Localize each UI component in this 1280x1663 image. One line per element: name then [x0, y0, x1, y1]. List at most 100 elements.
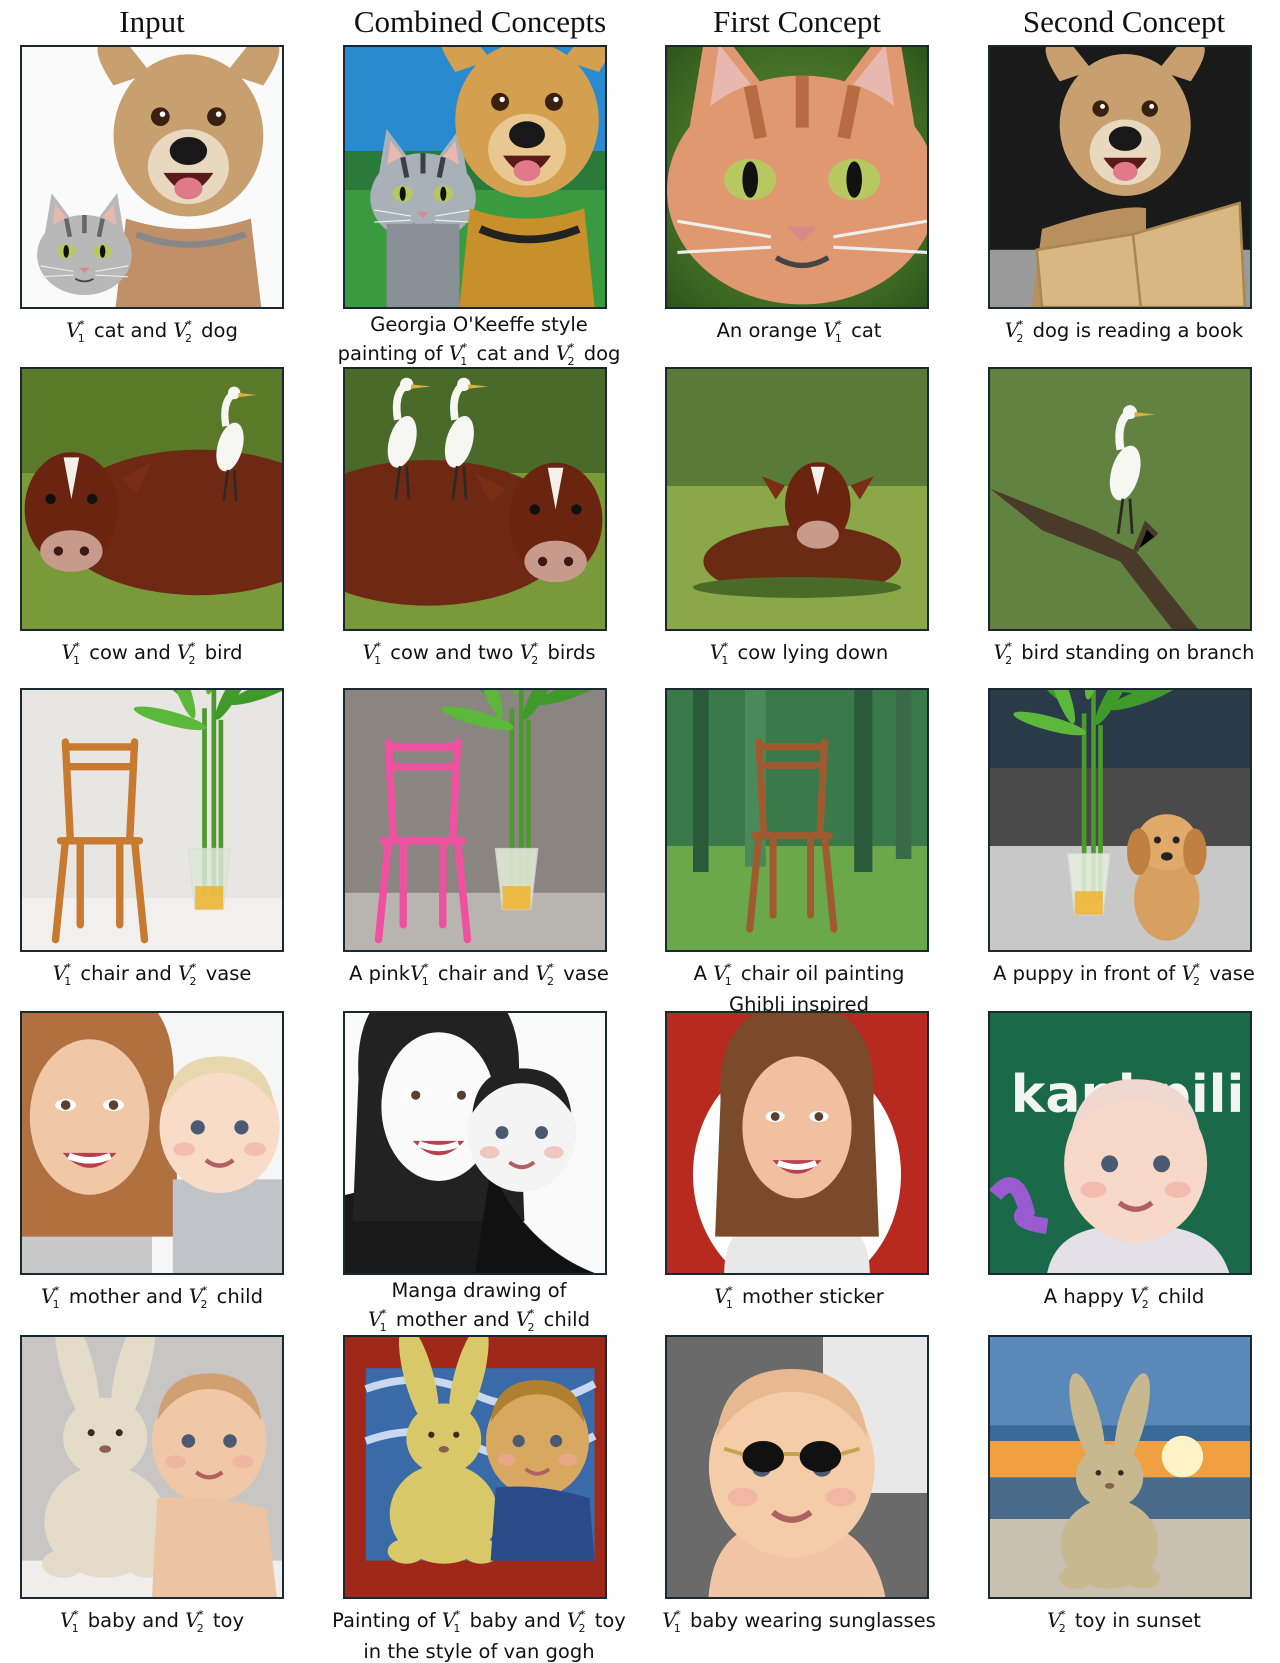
caption-text: chair and — [431, 962, 536, 985]
image-caption: V*1 mother sticker — [639, 1279, 959, 1316]
image-illustration: kapi pili — [990, 1013, 1250, 1273]
column-header: Second Concept — [1022, 4, 1226, 39]
concept-token-v1: V*1 — [714, 1284, 733, 1311]
concept-token-v2: V*2 — [188, 1284, 208, 1311]
concept-token-v1: V*1 — [448, 341, 468, 368]
caption-text: cat and — [87, 319, 174, 342]
caption-text: An orange — [716, 319, 824, 342]
caption-line: V*1 baby wearing sunglasses — [639, 1603, 959, 1640]
caption-line: V*1 cow and two V*2 birds — [319, 635, 639, 672]
concept-token-v1: V*1 — [823, 318, 842, 345]
caption-text: toy in sunset — [1068, 1609, 1201, 1632]
caption-text: chair and — [74, 962, 178, 985]
image-caption: V*1 mother and V*2 child — [0, 1279, 312, 1316]
image-caption: A puppy in front of V*2 vase — [964, 956, 1280, 993]
image-caption: V*1 baby wearing sunglasses — [639, 1603, 959, 1640]
image-illustration — [345, 369, 605, 629]
concept-token-v2: V*2 — [1181, 961, 1201, 988]
caption-line: Manga drawing of — [319, 1279, 639, 1302]
concept-token-v1: V*1 — [52, 961, 72, 988]
caption-line: V*1 mother and V*2 child — [319, 1302, 639, 1339]
figure-image — [665, 45, 929, 309]
image-illustration — [22, 690, 282, 950]
image-caption: V*2 dog is reading a book — [964, 313, 1280, 350]
column-header: First Concept — [713, 4, 881, 39]
figure-image — [343, 1335, 607, 1599]
figure-image — [20, 688, 284, 952]
concept-token-v1: V*1 — [41, 1284, 60, 1311]
concept-token-v1: V*1 — [410, 961, 429, 988]
concept-token-v1: V*1 — [368, 1307, 387, 1334]
concept-token-v2: V*2 — [1047, 1608, 1066, 1635]
concept-token-v2: V*2 — [555, 341, 575, 368]
figure-image — [20, 1011, 284, 1275]
figure-image — [20, 1335, 284, 1599]
caption-line: V*1 cow lying down — [639, 635, 959, 672]
concept-token-v1: V*1 — [362, 640, 382, 667]
column-header: Input — [119, 4, 185, 39]
image-caption: A pinkV*1 chair and V*2 vase — [319, 956, 639, 993]
concept-token-v1: V*1 — [709, 640, 729, 667]
image-caption: An orange V*1 cat — [639, 313, 959, 350]
caption-text: baby and — [463, 1609, 567, 1632]
caption-text: Painting of — [332, 1609, 442, 1632]
image-caption: A happy V*2 child — [964, 1279, 1280, 1316]
concept-token-v1: V*1 — [59, 1608, 79, 1635]
image-caption: A V*1 chair oil painting Ghibli inspired — [639, 956, 959, 1016]
image-caption: V*1 cow lying down — [639, 635, 959, 672]
concept-token-v1: V*1 — [66, 318, 85, 345]
caption-text: birds — [541, 641, 596, 664]
image-illustration — [990, 47, 1250, 307]
concept-token-v1: V*1 — [61, 640, 81, 667]
caption-text: baby wearing sunglasses — [683, 1609, 936, 1632]
caption-text: toy — [206, 1609, 245, 1632]
caption-text: bird standing on branch — [1015, 641, 1255, 664]
caption-line: V*1 baby and V*2 toy — [0, 1603, 312, 1640]
caption-line: in the style of van gogh — [319, 1640, 639, 1663]
image-caption: Georgia O'Keeffe style painting of V*1 ca… — [319, 313, 639, 373]
caption-line: V*1 cow and V*2 bird — [0, 635, 312, 672]
caption-line: A happy V*2 child — [964, 1279, 1280, 1316]
figure-image — [665, 367, 929, 631]
image-illustration — [22, 1337, 282, 1597]
figure-image — [988, 45, 1252, 309]
figure-image — [988, 367, 1252, 631]
image-caption: V*1 chair and V*2 vase — [0, 956, 312, 993]
caption-text: chair oil painting — [734, 962, 905, 985]
image-caption: V*1 cow and two V*2 birds — [319, 635, 639, 672]
figure-image: kapi pili — [988, 1011, 1252, 1275]
image-illustration — [667, 690, 927, 950]
caption-text: vase — [199, 962, 252, 985]
caption-text: child — [210, 1285, 263, 1308]
image-caption: V*1 cat and V*2 dog — [0, 313, 312, 350]
concept-token-v1: V*1 — [441, 1608, 461, 1635]
image-illustration — [22, 47, 282, 307]
figure-image — [665, 1011, 929, 1275]
caption-line: A V*1 chair oil painting — [639, 956, 959, 993]
figure-image — [665, 1335, 929, 1599]
concept-token-v1: V*1 — [713, 961, 732, 988]
caption-text: A happy — [1043, 1285, 1131, 1308]
caption-text: A — [693, 962, 714, 985]
caption-text: Manga drawing of — [391, 1279, 567, 1302]
image-caption: Painting of V*1 baby and V*2 toy in the s… — [319, 1603, 639, 1663]
image-illustration — [990, 690, 1250, 950]
image-illustration — [345, 690, 605, 950]
figure-image — [988, 1335, 1252, 1599]
caption-text: cat — [844, 319, 882, 342]
image-caption: V*2 toy in sunset — [964, 1603, 1280, 1640]
concept-token-v2: V*2 — [185, 1608, 204, 1635]
figure-image — [343, 1011, 607, 1275]
image-caption: V*2 bird standing on branch — [964, 635, 1280, 672]
caption-text: bird — [198, 641, 243, 664]
caption-line: A pinkV*1 chair and V*2 vase — [319, 956, 639, 993]
caption-text: in the style of van gogh — [363, 1640, 595, 1663]
concept-token-v2: V*2 — [535, 961, 555, 988]
figure-image — [20, 367, 284, 631]
figure-image — [988, 688, 1252, 952]
caption-line: V*1 cat and V*2 dog — [0, 313, 312, 350]
figure-image — [20, 45, 284, 309]
concept-token-v2: V*2 — [176, 640, 196, 667]
caption-text: toy — [588, 1609, 626, 1632]
caption-line: V*1 chair and V*2 vase — [0, 956, 312, 993]
